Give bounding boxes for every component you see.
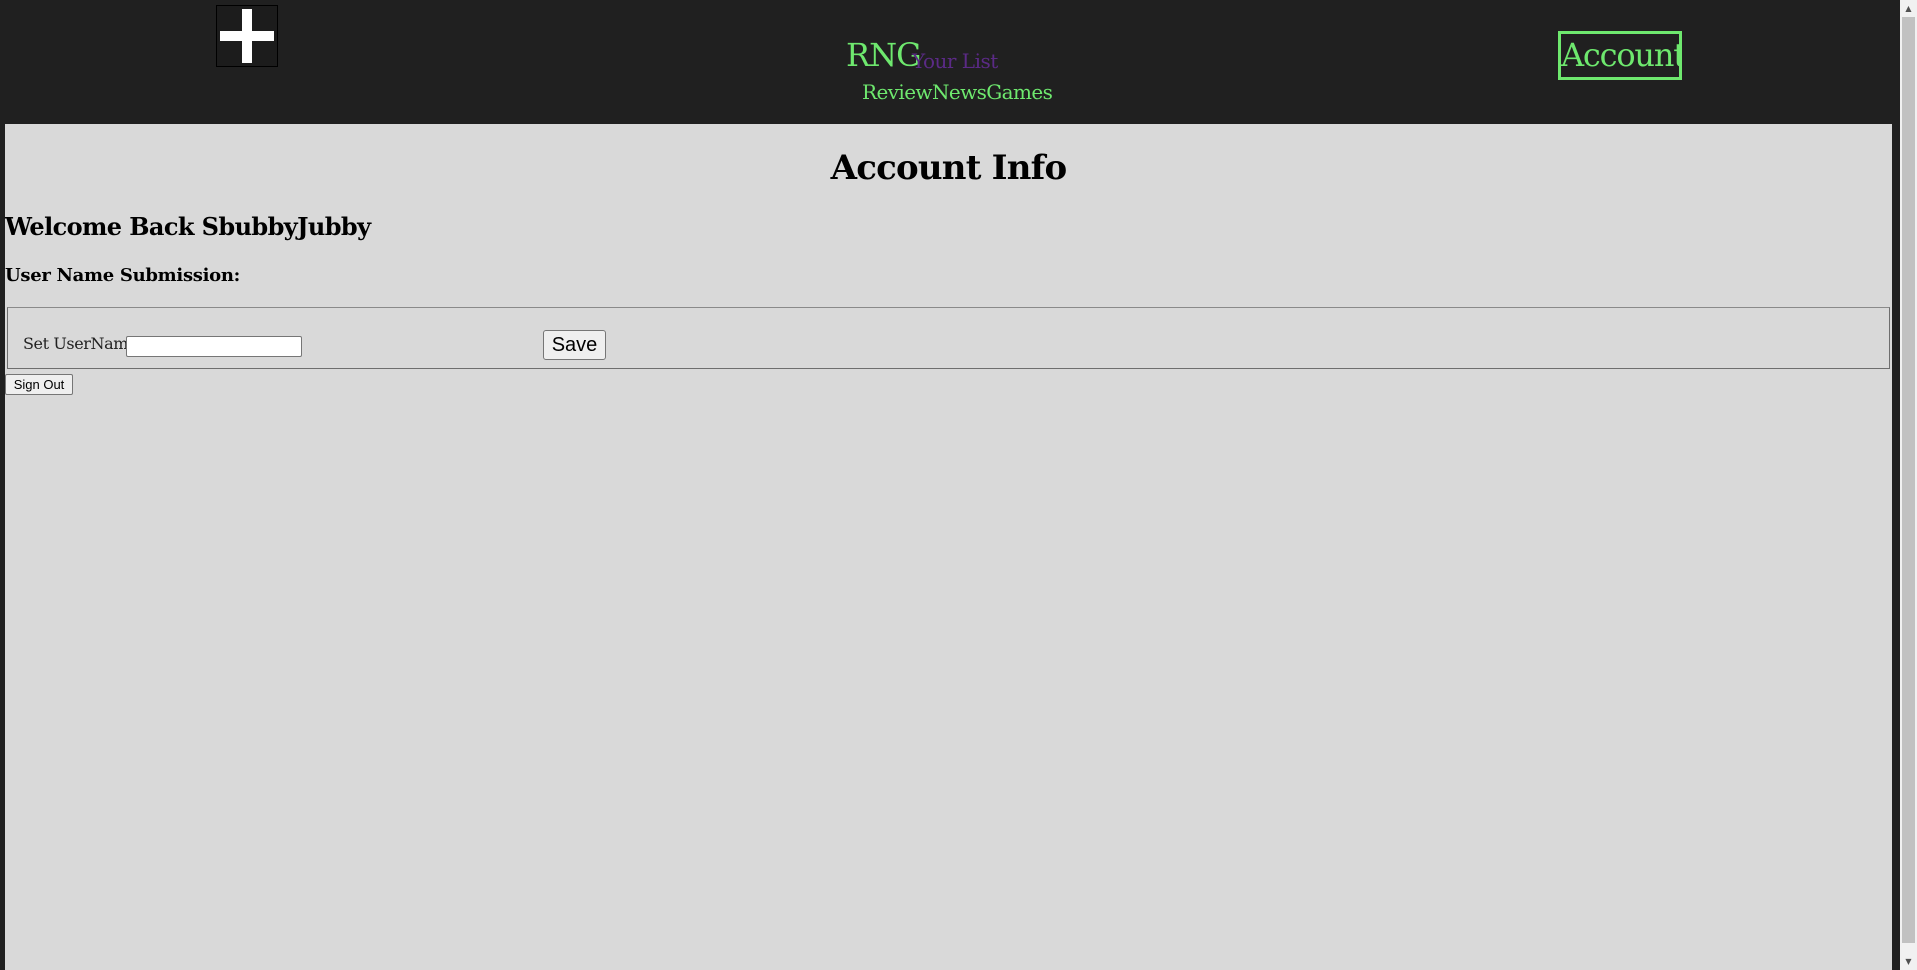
main-content: Account Info Welcome Back SbubbyJubby Us…	[5, 124, 1892, 970]
sign-out-button[interactable]: Sign Out	[5, 374, 73, 395]
nav-review[interactable]: Review	[862, 80, 933, 104]
top-header: RNG Your List ReviewNewsGames Account	[0, 0, 1898, 124]
section-heading: User Name Submission:	[5, 265, 241, 286]
brand-logo-text[interactable]: RNG	[846, 36, 922, 74]
account-button[interactable]: Account	[1558, 31, 1682, 80]
scrollbar-thumb[interactable]	[1902, 17, 1915, 943]
nav-news[interactable]: News	[932, 80, 987, 104]
save-button[interactable]: Save	[543, 330, 606, 360]
plus-icon	[220, 9, 274, 63]
scroll-down-arrow-icon[interactable]: ▼	[1900, 953, 1917, 970]
nav-your-list[interactable]: Your List	[912, 49, 998, 73]
username-form: Set UserName: Save	[7, 307, 1890, 369]
page: RNG Your List ReviewNewsGames Account Ac…	[0, 0, 1917, 970]
add-button[interactable]	[216, 5, 278, 67]
vertical-scrollbar[interactable]: ▲ ▼	[1900, 0, 1917, 970]
scroll-up-arrow-icon[interactable]: ▲	[1900, 0, 1917, 17]
username-label: Set UserName:	[23, 334, 143, 353]
sub-navigation: ReviewNewsGames	[862, 80, 1053, 104]
username-input[interactable]	[126, 336, 302, 357]
welcome-message: Welcome Back SbubbyJubby	[5, 212, 371, 241]
page-title: Account Info	[830, 148, 1068, 188]
nav-games[interactable]: Games	[986, 80, 1053, 104]
